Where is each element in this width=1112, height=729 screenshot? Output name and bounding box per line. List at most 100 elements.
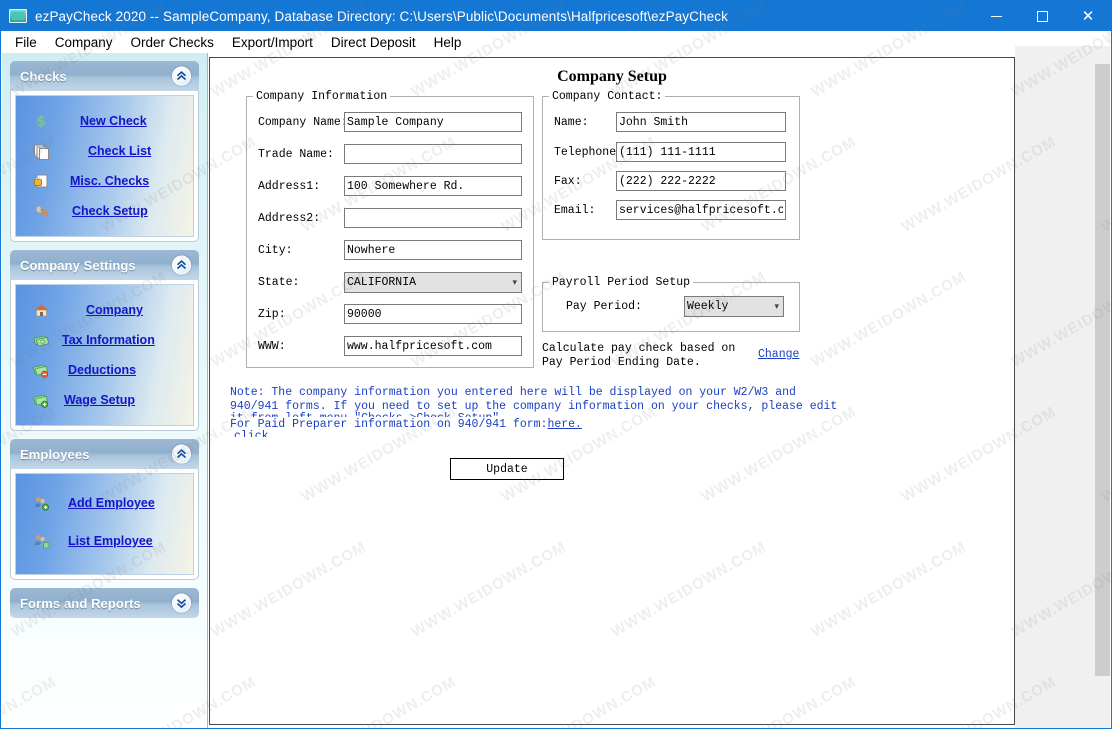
contact-name-input[interactable] [616,112,786,132]
vertical-scrollbar[interactable] [1095,46,1110,728]
sidebar-item-deductions[interactable]: Deductions [16,355,193,385]
panel-header-forms-and-reports[interactable]: Forms and Reports [10,588,199,618]
sidebar-link-label: Company [86,303,143,317]
panel-title-employees: Employees [20,446,90,462]
sidebar-item-wage-setup[interactable]: Wage Setup [16,385,193,415]
panel-title-forms-and-reports: Forms and Reports [20,595,141,611]
sidebar-item-new-check[interactable]: $ New Check [16,106,193,136]
sidebar-item-company[interactable]: Company [16,295,193,325]
sidebar: Checks $ New Check Check List Misc. Chec… [2,53,208,728]
sidebar-panel-forms-and-reports: Forms and Reports [10,588,199,618]
address2-input[interactable] [344,208,522,228]
panel-title-checks: Checks [20,68,67,84]
sidebar-link-label: Wage Setup [64,393,136,407]
update-button[interactable]: Update [450,458,564,480]
sidebar-panel-company-settings: Company Settings Company Tax Information… [10,250,199,431]
panel-header-company-settings[interactable]: Company Settings [10,250,199,280]
sidebar-item-check-list[interactable]: Check List [16,136,193,166]
menu-bar: File Company Order Checks Export/Import … [1,31,1111,53]
company-information-legend: Company Information [256,90,388,103]
panel-header-employees[interactable]: Employees [10,439,199,469]
minimize-icon [990,15,1002,17]
panel-title-company-settings: Company Settings [20,257,136,273]
sidebar-item-add-employee[interactable]: Add Employee [16,488,193,518]
close-button[interactable]: ✕ [1065,1,1111,31]
chevron-double-down-icon[interactable] [172,593,191,613]
money-icon [24,332,58,349]
stacked-pages-icon [24,143,58,160]
user-add-icon [24,495,58,512]
sidebar-panel-employees: Employees Add Employee List Employee [10,439,199,580]
page-lock-icon [24,173,58,190]
field-row-pay-period: Pay Period: [566,300,642,313]
note-line-5-clipped: click [234,430,269,437]
dollar-sign-icon: $ [24,113,58,129]
window-title: ezPayCheck 2020 -- SampleCompany, Databa… [35,8,728,24]
label-pay-period: Pay Period: [566,300,642,313]
sidebar-item-list-employee[interactable]: List Employee [16,526,193,556]
chevron-double-up-icon[interactable] [172,444,191,464]
label-telephone: Telephone [554,146,617,159]
scrollbar-thumb[interactable] [1095,64,1110,676]
zip-input[interactable] [344,304,522,324]
note-block: Note: The company information you entere… [230,386,838,437]
sidebar-item-misc-checks[interactable]: Misc. Checks [16,166,193,196]
note-line-2: 940/941 forms. If you need to set up the… [230,399,838,413]
city-input[interactable] [344,240,522,260]
address1-input[interactable] [344,176,522,196]
field-row-fax: Fax: [554,175,582,188]
menu-help[interactable]: Help [425,33,471,52]
sidebar-link-label: Add Employee [68,496,155,510]
label-fax: Fax: [554,175,582,188]
sidebar-item-check-setup[interactable]: Check Setup [16,196,193,226]
sidebar-link-label: Check Setup [72,204,148,218]
content-panel: Company Setup Company Information Compan… [209,57,1015,725]
menu-export-import[interactable]: Export/Import [223,33,322,52]
menu-company[interactable]: Company [46,33,122,52]
field-row-email: Email: [554,204,595,217]
field-row-telephone: Telephone [554,146,616,159]
pay-period-select-wrap: Weekly ▾ [684,296,784,317]
sidebar-link-label: New Check [80,114,147,128]
menu-direct-deposit[interactable]: Direct Deposit [322,33,425,52]
sidebar-panel-checks: Checks $ New Check Check List Misc. Chec… [10,61,199,242]
panel-body-checks: $ New Check Check List Misc. Checks Chec… [10,91,199,242]
maximize-icon [1036,10,1048,22]
menu-file[interactable]: File [6,33,46,52]
note-line-1: Note: The company information you entere… [230,386,796,399]
panel-body-company-settings: Company Tax Information Deductions Wage … [10,280,199,431]
sidebar-link-label: Tax Information [62,333,155,347]
minimize-button[interactable] [973,1,1019,31]
panel-body-employees: Add Employee List Employee [10,469,199,580]
trade-name-input[interactable] [344,144,522,164]
chevron-double-up-icon[interactable] [172,66,191,86]
paid-preparer-here-link[interactable]: here. [547,418,582,431]
sidebar-link-label: Misc. Checks [70,174,150,188]
company-name-input[interactable] [344,112,522,132]
title-bar: ezPayCheck 2020 -- SampleCompany, Databa… [1,1,1111,31]
note-line-4-text: For Paid Preparer information on 940/941… [230,418,548,431]
www-input[interactable] [344,336,522,356]
chevron-double-up-icon[interactable] [172,255,191,275]
fax-input[interactable] [616,171,786,191]
payroll-period-legend: Payroll Period Setup [552,276,691,289]
change-link[interactable]: Change [758,348,799,361]
menu-order-checks[interactable]: Order Checks [122,33,223,52]
page-title: Company Setup [557,68,667,85]
telephone-input[interactable] [616,142,786,162]
house-icon [24,302,58,319]
maximize-button[interactable] [1019,1,1065,31]
user-list-icon [24,533,58,550]
wrench-icon [24,203,58,220]
calculate-pay-check-text: Calculate pay check based on Pay Period … [542,342,736,369]
panel-header-checks[interactable]: Checks [10,61,199,91]
state-select-wrap: CALIFORNIA ▾ [344,272,522,293]
sidebar-item-tax-information[interactable]: Tax Information [16,325,193,355]
sidebar-link-label: List Employee [68,534,153,548]
state-select[interactable]: CALIFORNIA [344,272,522,293]
pay-period-select[interactable]: Weekly [684,296,784,317]
money-minus-icon [24,362,58,379]
email-input[interactable] [616,200,786,220]
svg-text:$: $ [36,114,46,129]
note-line-4: For Paid Preparer information on 940/941… [230,417,582,432]
